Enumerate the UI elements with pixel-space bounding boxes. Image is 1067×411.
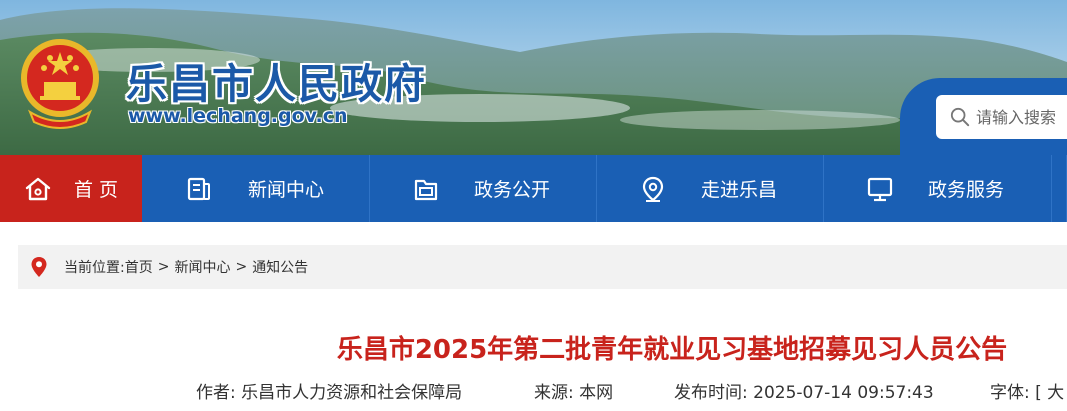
- nav-item-affairs[interactable]: 政务公开: [370, 155, 597, 222]
- font-size-large-button[interactable]: [ 大: [1035, 383, 1064, 403]
- search-input[interactable]: [976, 107, 1067, 127]
- location-icon: [642, 176, 664, 202]
- breadcrumb-separator: >: [157, 259, 170, 275]
- breadcrumb-home[interactable]: 首页: [125, 257, 153, 277]
- main-nav: 首 页 新闻中心 政务公开 走进乐昌 政务服务: [0, 155, 1067, 222]
- nav-item-home[interactable]: 首 页: [0, 155, 142, 222]
- nav-item-service[interactable]: 政务服务: [824, 155, 1052, 222]
- article-title: 乐昌市2025年第二批青年就业见习基地招募见习人员公告: [336, 335, 1008, 365]
- home-icon: [25, 177, 51, 200]
- nav-item-label: 走进乐昌: [701, 179, 778, 201]
- national-emblem-icon: [21, 39, 99, 129]
- article-publish-time: 发布时间: 2025-07-14 09:57:43: [674, 378, 990, 403]
- nav-item-visit[interactable]: 走进乐昌: [597, 155, 824, 222]
- news-icon: [187, 177, 210, 200]
- folder-icon: [414, 179, 438, 200]
- font-size-control: 字体: [ 大: [990, 378, 1064, 403]
- site-name: 乐昌市人民政府: [126, 60, 427, 108]
- author-value: 乐昌市人力资源和社会保障局: [241, 383, 463, 403]
- source-label: 来源:: [534, 383, 574, 403]
- article-author: 作者: 乐昌市人力资源和社会保障局: [196, 378, 534, 403]
- nav-item-news[interactable]: 新闻中心: [142, 155, 370, 222]
- nav-item-more[interactable]: [1052, 155, 1067, 222]
- font-label: 字体:: [990, 383, 1030, 403]
- breadcrumb-notices[interactable]: 通知公告: [252, 257, 308, 277]
- header-banner: 乐昌市人民政府 www.lechang.gov.cn: [0, 0, 1067, 155]
- author-label: 作者:: [196, 383, 236, 403]
- breadcrumb: 当前位置: 首页 > 新闻中心 > 通知公告: [18, 245, 1067, 289]
- location-pin-icon: [31, 257, 47, 277]
- search-box[interactable]: [936, 95, 1067, 139]
- source-value: 本网: [579, 383, 614, 403]
- breadcrumb-separator: >: [235, 259, 248, 275]
- article-meta: 作者: 乐昌市人力资源和社会保障局 来源: 本网 发布时间: 2025-07-1…: [196, 378, 1064, 403]
- nav-item-label: 政务公开: [474, 179, 551, 201]
- nav-item-label: 首 页: [74, 179, 119, 201]
- time-value: 2025-07-14 09:57:43: [753, 383, 934, 403]
- breadcrumb-news[interactable]: 新闻中心: [174, 257, 230, 277]
- site-url: www.lechang.gov.cn: [128, 105, 348, 127]
- nav-item-label: 新闻中心: [248, 179, 325, 201]
- search-icon[interactable]: [950, 106, 970, 128]
- breadcrumb-prefix: 当前位置:: [64, 260, 125, 276]
- nav-item-label: 政务服务: [928, 179, 1005, 201]
- article-source: 来源: 本网: [534, 378, 674, 403]
- monitor-icon: [867, 177, 893, 201]
- time-label: 发布时间:: [674, 383, 748, 403]
